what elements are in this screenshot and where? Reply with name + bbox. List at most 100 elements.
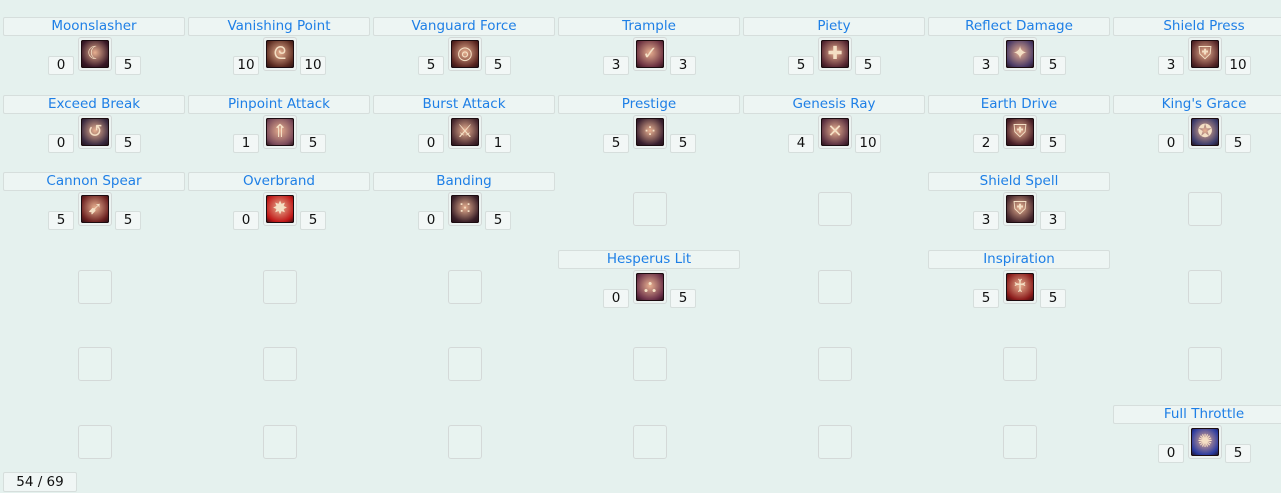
empty-skill-slot [448,270,482,304]
skill-name-label[interactable]: Vanguard Force [373,17,555,36]
skill-max-level: 5 [115,134,141,153]
skill-name-label[interactable]: Exceed Break [3,95,185,114]
skill-name-label[interactable]: Vanishing Point [188,17,370,36]
dots-icon: ⁘ [636,118,664,146]
skill-current-level: 5 [418,56,444,75]
triple-shield-icon: ⛬ [636,273,664,301]
spiral-icon: ◎ [451,40,479,68]
skill-name-label[interactable]: Pinpoint Attack [188,95,370,114]
skill-name-label[interactable]: Reflect Damage [928,17,1110,36]
skill-icon-button[interactable]: ᘓ [263,37,297,71]
skill-max-level: 5 [1225,134,1251,153]
skill-name-label[interactable]: Full Throttle [1113,405,1281,424]
skill-max-level: 5 [300,134,326,153]
skill-icon-button[interactable]: ✪ [1188,115,1222,149]
skill-icon-button[interactable]: ✕ [818,115,852,149]
skill-icon-button[interactable]: ◎ [448,37,482,71]
skill-max-level: 5 [855,56,881,75]
skill-current-level: 2 [973,134,999,153]
skill-name-label[interactable]: Banding [373,172,555,191]
skill-icon-button[interactable]: ⛨ [1188,37,1222,71]
skill-max-level: 5 [485,211,511,230]
empty-skill-slot [448,347,482,381]
shield-strike-icon: ⛨ [1006,118,1034,146]
magic-shield-icon: ⛨ [1006,195,1034,223]
skill-max-level: 5 [670,134,696,153]
skill-current-level: 5 [48,211,74,230]
skill-current-level: 1 [233,134,259,153]
skill-name-label[interactable]: Burst Attack [373,95,555,114]
sword-icon: ⚔ [451,118,479,146]
skill-current-level: 0 [1158,134,1184,153]
skill-max-level: 5 [1040,56,1066,75]
skill-icon-button[interactable]: ⁘ [633,115,667,149]
skill-name-label[interactable]: Piety [743,17,925,36]
skill-icon-button[interactable]: ✓ [633,37,667,71]
swirl-slash-icon: ᘓ [266,40,294,68]
empty-skill-slot [1003,347,1037,381]
skill-name-label[interactable]: Overbrand [188,172,370,191]
skill-name-label[interactable]: Cannon Spear [3,172,185,191]
skill-icon-button[interactable]: ☾ [78,37,112,71]
skill-name-label[interactable]: Genesis Ray [743,95,925,114]
skill-max-level: 10 [855,134,881,153]
skill-icon-button[interactable]: ⛨ [1003,115,1037,149]
blue-burst-icon: ✺ [1191,428,1219,456]
cross-shield-icon: ✚ [821,40,849,68]
skill-icon-button[interactable]: ✦ [1003,37,1037,71]
skill-name-label[interactable]: Earth Drive [928,95,1110,114]
formation-icon: ⁙ [451,195,479,223]
skill-name-label[interactable]: Shield Spell [928,172,1110,191]
skill-name-label[interactable]: Moonslasher [3,17,185,36]
empty-skill-slot [633,425,667,459]
skill-max-level: 5 [1225,444,1251,463]
crescent-moon-icon: ☾ [81,40,109,68]
skill-icon-button[interactable]: ➹ [78,192,112,226]
empty-skill-slot [78,425,112,459]
skill-icon-button[interactable]: ⁙ [448,192,482,226]
empty-skill-slot [1003,425,1037,459]
skill-current-level: 0 [418,211,444,230]
spear-tip-icon: ⇑ [266,118,294,146]
skill-current-level: 3 [603,56,629,75]
skill-current-level: 4 [788,134,814,153]
red-burst-icon: ✸ [266,195,294,223]
empty-skill-slot [818,425,852,459]
skill-max-level: 5 [1040,134,1066,153]
empty-skill-slot [633,192,667,226]
skill-current-level: 0 [1158,444,1184,463]
skill-name-label[interactable]: Hesperus Lit [558,250,740,269]
skill-current-level: 0 [48,134,74,153]
skill-icon-button[interactable]: ⛬ [633,270,667,304]
empty-skill-slot [78,270,112,304]
skill-icon-button[interactable]: ✺ [1188,425,1222,459]
skill-max-level: 5 [115,211,141,230]
skill-current-level: 3 [973,56,999,75]
crossed-ray-icon: ✕ [821,118,849,146]
skill-icon-button[interactable]: ⇑ [263,115,297,149]
skill-name-label[interactable]: Prestige [558,95,740,114]
skill-icon-button[interactable]: ✸ [263,192,297,226]
skill-name-label[interactable]: Trample [558,17,740,36]
empty-skill-slot [1188,270,1222,304]
skill-current-level: 5 [603,134,629,153]
skill-icon-button[interactable]: ✚ [818,37,852,71]
skill-icon-button[interactable]: ♰ [1003,270,1037,304]
skill-name-label[interactable]: King's Grace [1113,95,1281,114]
boot-icon: ✓ [636,40,664,68]
skill-name-label[interactable]: Shield Press [1113,17,1281,36]
skill-max-level: 5 [485,56,511,75]
empty-skill-slot [633,347,667,381]
skill-name-label[interactable]: Inspiration [928,250,1110,269]
swing-icon: ↺ [81,118,109,146]
empty-skill-slot [818,347,852,381]
skill-icon-button[interactable]: ⚔ [448,115,482,149]
skill-current-level: 3 [1158,56,1184,75]
skill-icon-button[interactable]: ⛨ [1003,192,1037,226]
skill-points-counter: 54 / 69 [3,472,77,492]
skill-max-level: 5 [115,56,141,75]
empty-skill-slot [448,425,482,459]
skill-icon-button[interactable]: ↺ [78,115,112,149]
skill-current-level: 5 [973,289,999,308]
skill-max-level: 5 [1040,289,1066,308]
